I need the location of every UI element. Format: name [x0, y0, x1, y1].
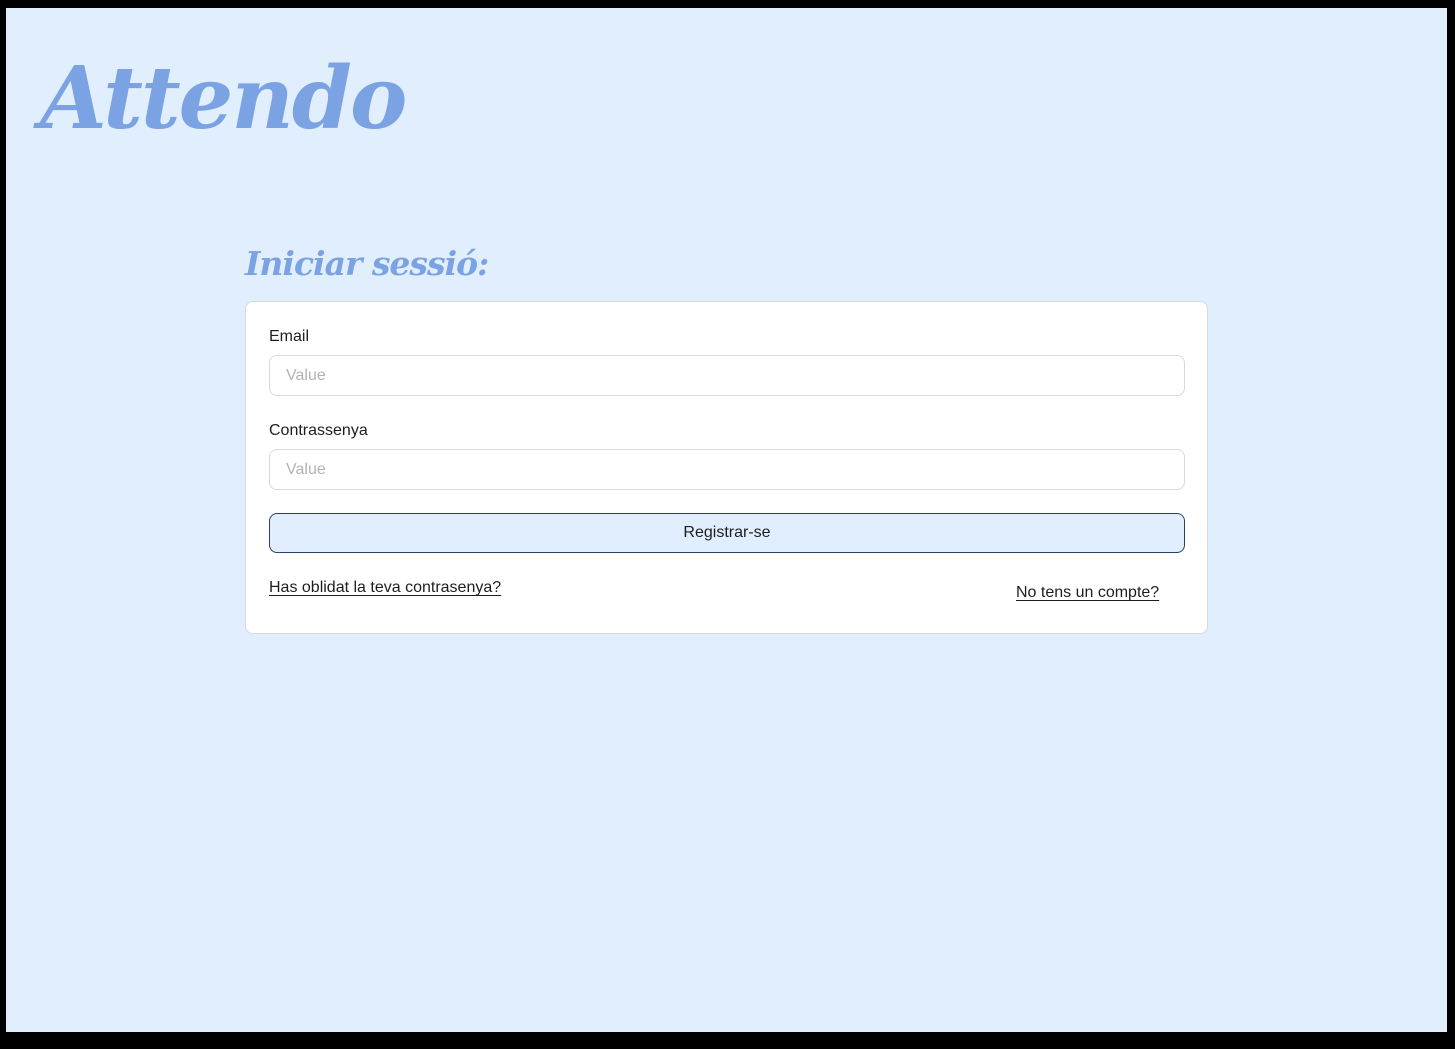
register-button[interactable]: Registrar-se: [269, 513, 1185, 553]
password-field[interactable]: [269, 449, 1185, 490]
forgot-password-link[interactable]: Has oblidat la teva contrasenya?: [269, 579, 501, 597]
login-form: Email Contrassenya Registrar-se Has obli…: [245, 301, 1208, 634]
email-label: Email: [269, 328, 310, 345]
email-field[interactable]: [269, 355, 1185, 396]
app-window: Attendo Iniciar sessió: Email Contrassen…: [6, 8, 1447, 1032]
password-label: Contrassenya: [269, 422, 368, 439]
app-logo: Attendo: [40, 48, 407, 149]
signup-link[interactable]: No tens un compte?: [1016, 584, 1159, 602]
page-title: Iniciar sessió:: [245, 244, 489, 283]
